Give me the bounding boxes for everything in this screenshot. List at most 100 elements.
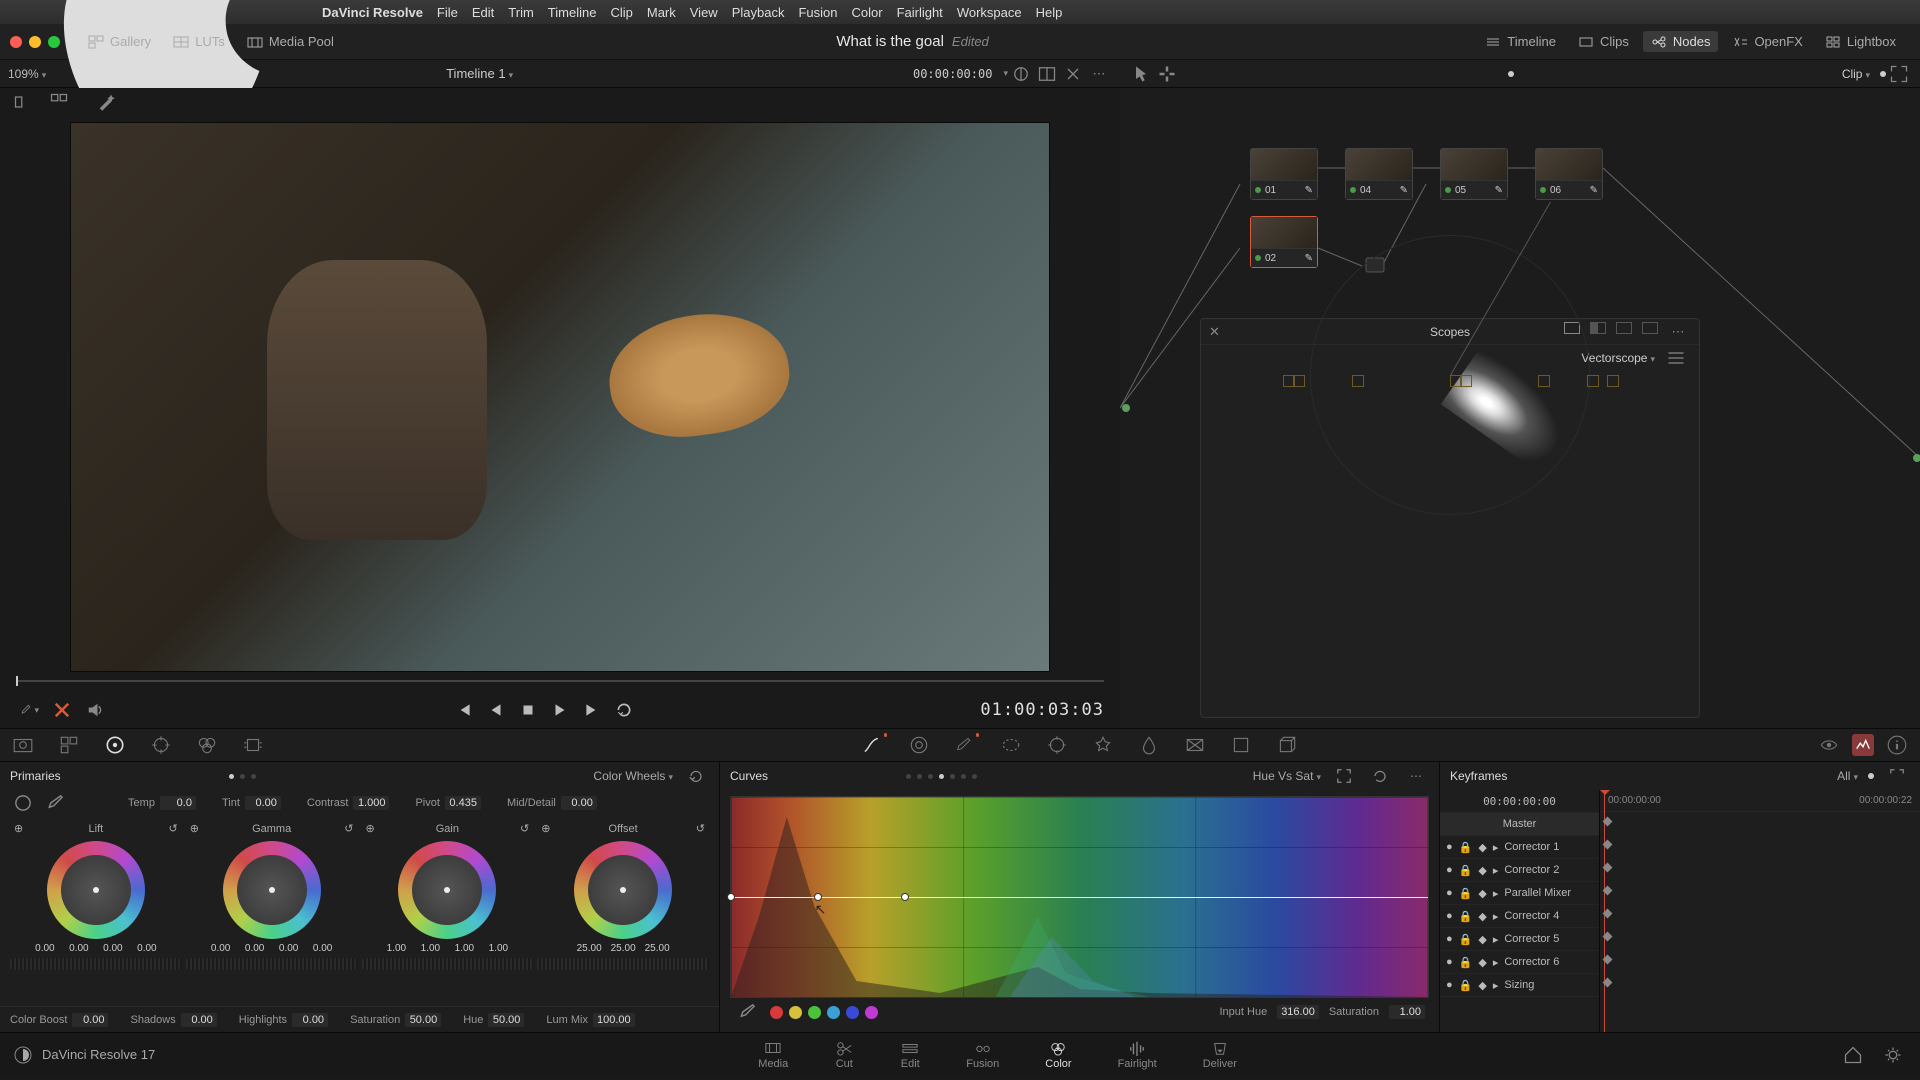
key-icon[interactable] (1184, 734, 1206, 756)
mute-icon[interactable] (85, 700, 105, 720)
highlight-icon[interactable] (1063, 64, 1083, 84)
expand-icon[interactable] (1889, 64, 1909, 84)
keyframe-marker[interactable] (1603, 955, 1613, 965)
stills-mode-icon[interactable] (13, 92, 33, 112)
curve-point[interactable] (727, 893, 735, 901)
luts-button[interactable]: LUTs (165, 31, 233, 52)
blur-icon[interactable] (1138, 734, 1160, 756)
viewer-timecode[interactable]: 01:00:03:03 (980, 700, 1104, 720)
curves-icon[interactable] (862, 734, 884, 756)
minimize-window-icon[interactable] (29, 36, 41, 48)
wheel-value[interactable]: 25.00 (608, 943, 638, 954)
lift-wheel[interactable] (47, 841, 145, 939)
color-warper-icon[interactable] (908, 734, 930, 756)
next-clip-icon[interactable] (583, 701, 601, 719)
kf-track-row[interactable]: ●🔒◆▸Corrector 1 (1440, 836, 1599, 859)
primaries-icon[interactable] (104, 734, 126, 756)
wheel-value[interactable]: 1.00 (483, 943, 513, 954)
menu-edit[interactable]: Edit (472, 5, 494, 20)
sizing-icon[interactable] (1230, 734, 1252, 756)
input-hue-value[interactable]: 316.00 (1277, 1005, 1319, 1019)
menu-trim[interactable]: Trim (508, 5, 534, 20)
keyframes-panel-icon[interactable] (1852, 734, 1874, 756)
curve-options-icon[interactable]: ⋯ (1406, 766, 1426, 786)
gain-wheel[interactable] (398, 841, 496, 939)
node-06[interactable]: 06✎ (1535, 148, 1603, 200)
viewer-options-icon[interactable]: ⋯ (1089, 64, 1109, 84)
offset-wheel[interactable] (574, 841, 672, 939)
scope-layout-4b-icon[interactable] (1642, 322, 1658, 334)
node-01[interactable]: 01✎ (1250, 148, 1318, 200)
wheel-value[interactable]: 0.00 (240, 943, 270, 954)
rgb-mixer-icon[interactable] (196, 734, 218, 756)
curve-sat-value[interactable]: 1.00 (1389, 1005, 1425, 1019)
page-color[interactable]: Color (1045, 1040, 1071, 1070)
zoom-dropdown[interactable]: 109%▾ (8, 67, 46, 81)
3d-icon[interactable] (1276, 734, 1298, 756)
menu-view[interactable]: View (690, 5, 718, 20)
timeline-button[interactable]: Timeline (1477, 31, 1564, 52)
hue-swatch[interactable] (789, 1006, 802, 1019)
wheel-reset-icon[interactable]: ↺ (520, 822, 529, 835)
contrast-value[interactable]: 1.000 (353, 796, 389, 810)
gallery-button[interactable]: Gallery (80, 31, 159, 52)
highlights-value[interactable]: 0.00 (292, 1013, 328, 1027)
kf-expand-icon[interactable] (1887, 766, 1907, 786)
split-screen-icon[interactable] (1037, 64, 1057, 84)
saturation-value[interactable]: 50.00 (405, 1013, 441, 1027)
window-icon[interactable] (1000, 734, 1022, 756)
keyframe-timeline[interactable]: 00:00:00:0000:00:00:22 (1600, 790, 1920, 1032)
clip-dropdown[interactable]: Clip▾ (1842, 67, 1870, 81)
viewer-image[interactable] (70, 122, 1050, 672)
menu-file[interactable]: File (437, 5, 458, 20)
page-fusion[interactable]: Fusion (966, 1040, 999, 1070)
stop-icon[interactable] (519, 701, 537, 719)
page-cut[interactable]: Cut (834, 1040, 854, 1070)
close-window-icon[interactable] (10, 36, 22, 48)
wheel-picker-icon[interactable]: ⊕ (14, 822, 23, 835)
jog-wheel[interactable] (186, 958, 358, 970)
pick-white-icon[interactable] (45, 793, 65, 813)
keyframe-marker[interactable] (1603, 886, 1613, 896)
kf-track-row[interactable]: ●🔒◆▸Corrector 6 (1440, 951, 1599, 974)
wheel-picker-icon[interactable]: ⊕ (541, 822, 550, 835)
color-match-icon[interactable] (58, 734, 80, 756)
keyframe-marker[interactable] (1603, 840, 1613, 850)
lightbox-button[interactable]: Lightbox (1817, 31, 1904, 52)
kf-master-row[interactable]: Master (1440, 813, 1599, 836)
wheel-reset-icon[interactable]: ↺ (169, 822, 178, 835)
jog-wheel[interactable] (537, 958, 709, 970)
menu-help[interactable]: Help (1036, 5, 1063, 20)
pivot-value[interactable]: 0.435 (445, 796, 481, 810)
hdr-wheels-icon[interactable] (150, 734, 172, 756)
keyframe-marker[interactable] (1603, 909, 1613, 919)
shadows-value[interactable]: 0.00 (181, 1013, 217, 1027)
wheel-value[interactable]: 0.00 (132, 943, 162, 954)
curve-point[interactable] (814, 893, 822, 901)
loop-icon[interactable] (615, 701, 633, 719)
hue-value[interactable]: 50.00 (488, 1013, 524, 1027)
grid-mode-icon[interactable] (49, 92, 69, 112)
nodes-button[interactable]: Nodes (1643, 31, 1719, 52)
image-wipe-icon[interactable] (1011, 64, 1031, 84)
hue-swatch[interactable] (770, 1006, 783, 1019)
hue-vs-sat-curve[interactable]: ↖ (730, 796, 1429, 998)
scrub-bar[interactable] (0, 678, 1120, 692)
scope-options-icon[interactable]: ⋯ (1668, 322, 1688, 342)
magic-wand-icon[interactable] (96, 92, 116, 112)
node-05[interactable]: 05✎ (1440, 148, 1508, 200)
openfx-button[interactable]: OpenFX (1724, 31, 1810, 52)
page-edit[interactable]: Edit (900, 1040, 920, 1070)
node-02[interactable]: 02✎ (1250, 216, 1318, 268)
menu-workspace[interactable]: Workspace (957, 5, 1022, 20)
reset-icon[interactable] (686, 766, 706, 786)
page-fairlight[interactable]: Fairlight (1118, 1040, 1157, 1070)
colorboost-value[interactable]: 0.00 (72, 1013, 108, 1027)
wheel-value[interactable]: 25.00 (574, 943, 604, 954)
keyframe-marker[interactable] (1603, 978, 1613, 988)
middetail-value[interactable]: 0.00 (561, 796, 597, 810)
keyframe-marker[interactable] (1603, 863, 1613, 873)
temp-value[interactable]: 0.0 (160, 796, 196, 810)
wheel-value[interactable]: 0.00 (64, 943, 94, 954)
kf-track-row[interactable]: ●🔒◆▸Sizing (1440, 974, 1599, 997)
